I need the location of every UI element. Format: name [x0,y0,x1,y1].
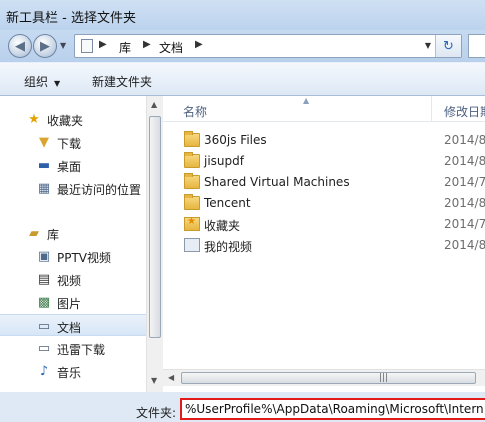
nav-item-label: 桌面 [57,160,82,174]
breadcrumb-separator-icon[interactable]: ▶ [143,39,151,50]
location-icon [81,39,93,53]
download-folder-icon: ▼ [39,134,49,150]
nav-item-music[interactable]: ♪ 音乐 [0,360,146,382]
list-item[interactable]: 收藏夹 2014/7/ [163,214,485,235]
music-icon: ♪ [39,363,49,379]
address-bar[interactable]: ▶ 库 ▶ 文档 ▶ ▼ ↻ [74,34,462,58]
folder-field-row: 文件夹: %UserProfile%\AppData\Roaming\Micro… [0,392,485,422]
list-item[interactable]: Shared Virtual Machines 2014/7/ [163,172,485,193]
scroll-up-icon[interactable]: ▲ [151,100,157,109]
file-date: 2014/7/ [444,217,485,231]
recent-places-icon: ▦ [37,180,51,196]
horizontal-scrollbar[interactable]: ◀ ||| [163,369,485,386]
desktop-icon: ▬ [37,157,51,173]
nav-item-label: 库 [47,228,60,242]
nav-item-label: PPTV视频 [57,251,112,265]
file-name: Tencent [204,196,251,210]
video-library-icon: ▣ [37,248,51,264]
folder-path-value: %UserProfile%\AppData\Roaming\Microsoft\… [185,402,484,416]
file-name: 我的视频 [204,240,253,254]
file-date: 2014/8/ [444,133,485,147]
grip-icon: ||| [379,373,389,383]
list-item[interactable]: jisupdf 2014/8/ [163,151,485,172]
folder-icon [184,194,200,210]
video-folder-icon [184,238,200,252]
nav-item-documents[interactable]: ▭ 文档 [0,314,146,336]
search-input[interactable] [468,34,485,58]
breadcrumb-separator-icon[interactable]: ▶ [195,39,203,50]
file-name: Shared Virtual Machines [204,175,350,189]
video-icon: ▤ [37,271,51,287]
star-icon: ★ [28,111,40,127]
nav-item-favorites[interactable]: ★ 收藏夹 [0,108,146,130]
nav-item-label: 文档 [57,321,82,335]
file-date: 2014/8/ [444,238,485,252]
nav-item-downloads[interactable]: ▼ 下载 [0,131,146,153]
folder-icon [184,131,200,147]
chevron-down-icon: ▼ [54,79,61,88]
file-name: 360js Files [204,133,267,147]
nav-item-pptv-video[interactable]: ▣ PPTV视频 [0,245,146,267]
list-item[interactable]: 360js Files 2014/8/ [163,130,485,151]
favorites-folder-icon [184,216,200,231]
pictures-icon: ▩ [37,294,51,310]
nav-item-libraries[interactable]: ▰ 库 [0,222,146,244]
nav-scrollbar[interactable]: ▲ ▼ [146,96,163,392]
scroll-left-icon[interactable]: ◀ [168,373,174,382]
column-header-date[interactable]: 修改日期 [444,103,485,120]
documents-icon: ▭ [37,340,51,356]
folder-icon [184,152,200,168]
address-history-dropdown-icon[interactable]: ▼ [425,41,431,50]
folder-icon [184,173,200,189]
nav-item-recent-places[interactable]: ▦ 最近访问的位置 [0,177,146,199]
nav-item-label: 下载 [57,137,82,151]
recent-pages-dropdown-icon[interactable]: ▼ [60,41,66,50]
title-bar: 新工具栏 - 选择文件夹 [0,0,485,30]
organize-button[interactable]: 组织 ▼ [24,73,60,90]
folder-path-field[interactable]: %UserProfile%\AppData\Roaming\Microsoft\… [180,398,485,420]
file-name: 收藏夹 [204,219,241,233]
documents-icon: ▭ [37,318,51,334]
column-header-name[interactable]: 名称 [183,103,207,120]
list-item[interactable]: Tencent 2014/8/ [163,193,485,214]
nav-item-desktop[interactable]: ▬ 桌面 [0,154,146,176]
navigation-pane: ★ 收藏夹 ▼ 下载 ▬ 桌面 ▦ 最近访问的位置 ▰ 库 ▣ PPTV视频 ▤… [0,96,163,392]
command-toolbar: 组织 ▼ 新建文件夹 [0,62,485,96]
file-list: ▲ 名称 修改日期 360js Files 2014/8/ jisupdf 20… [163,96,485,392]
window-title: 新工具栏 - 选择文件夹 [6,11,136,26]
library-icon: ▰ [29,225,39,241]
nav-item-label: 迅雷下载 [57,343,106,357]
breadcrumb-library[interactable]: 库 [119,39,131,56]
back-arrow-icon[interactable]: ◀ [8,34,32,58]
scroll-down-icon[interactable]: ▼ [151,376,157,385]
address-row: ◀ ▶ ▼ ▶ 库 ▶ 文档 ▶ ▼ ↻ [0,30,485,62]
file-name: jisupdf [204,154,244,168]
breadcrumb-separator-icon[interactable]: ▶ [99,39,107,50]
nav-item-label: 视频 [57,274,82,288]
nav-item-label: 音乐 [57,366,82,380]
refresh-icon[interactable]: ↻ [435,35,461,57]
nav-item-label: 最近访问的位置 [57,183,142,197]
new-folder-button[interactable]: 新建文件夹 [92,73,152,90]
nav-item-pictures[interactable]: ▩ 图片 [0,291,146,313]
list-item[interactable]: 我的视频 2014/8/ [163,235,485,256]
column-divider[interactable] [431,96,432,122]
forward-arrow-icon[interactable]: ▶ [33,34,57,58]
breadcrumb-documents[interactable]: 文档 [159,39,183,56]
nav-item-xunlei-downloads[interactable]: ▭ 迅雷下载 [0,337,146,359]
organize-label: 组织 [24,75,49,89]
column-header-row: ▲ 名称 修改日期 [163,96,485,122]
sort-ascending-icon: ▲ [303,96,310,105]
scrollbar-thumb[interactable] [149,116,161,338]
scrollbar-thumb[interactable]: ||| [181,372,476,384]
nav-item-label: 图片 [57,297,82,311]
folder-label: 文件夹: [136,406,177,420]
file-date: 2014/8/ [444,154,485,168]
file-date: 2014/7/ [444,175,485,189]
nav-item-videos[interactable]: ▤ 视频 [0,268,146,290]
nav-item-label: 收藏夹 [47,114,84,128]
file-date: 2014/8/ [444,196,485,210]
